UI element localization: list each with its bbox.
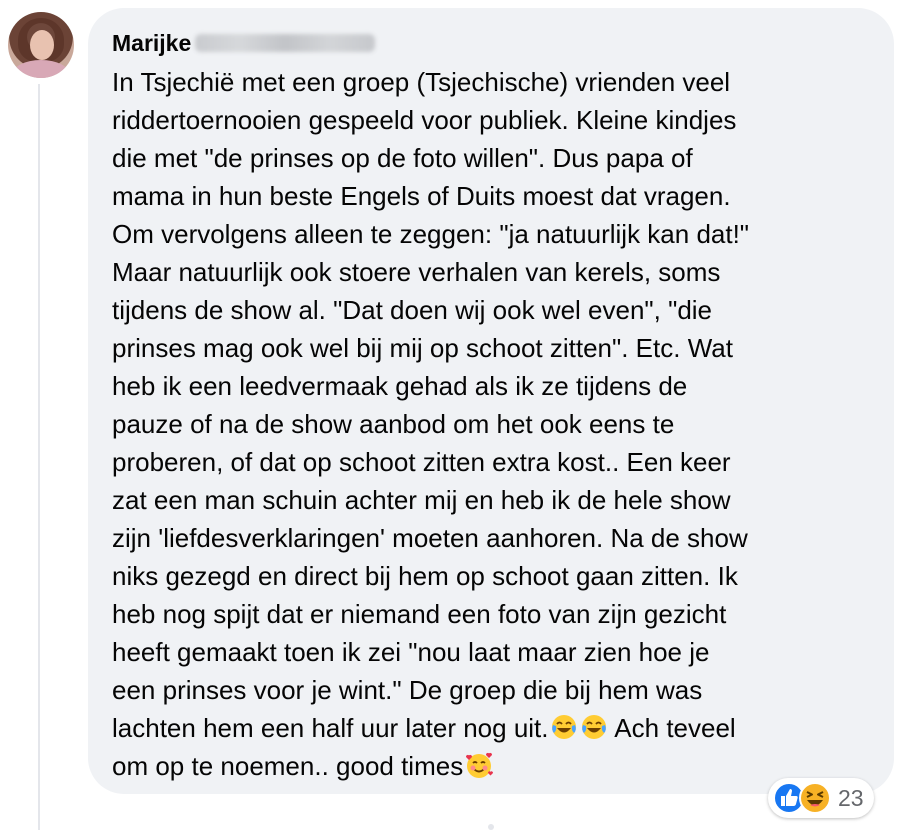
avatar[interactable] bbox=[8, 12, 74, 78]
author-row: Marijke bbox=[112, 28, 376, 58]
comment-line: pauze of na de show aanbod om het ook ee… bbox=[112, 409, 675, 439]
comment-line: om op te noemen.. good times bbox=[112, 747, 892, 785]
comment-line: tijdens de show al. "Dat doen wij ook we… bbox=[112, 295, 713, 325]
comment-line: Maar natuurlijk ook stoere verhalen van … bbox=[112, 257, 721, 287]
reaction-count: 23 bbox=[838, 784, 864, 811]
avatar-face bbox=[30, 30, 54, 60]
comment-text: In Tsjechië met een groep (Tsjechische) … bbox=[112, 63, 892, 785]
comment-line: heeft gemaakt toen ik zei "nou laat maar… bbox=[112, 637, 710, 667]
comment-line: niks gezegd en direct bij hem op schoot … bbox=[112, 561, 738, 591]
comment-line: zijn 'liefdesverklaringen' moeten aanhor… bbox=[112, 523, 748, 553]
thread-line bbox=[38, 84, 40, 830]
comment-line: zat een man schuin achter mij en heb ik … bbox=[112, 485, 731, 515]
divider-dot bbox=[488, 824, 494, 830]
comment-line: die met "de prinses op de foto willen". … bbox=[112, 143, 693, 173]
tears-of-joy-emoji bbox=[551, 715, 576, 739]
comment-line-text: Ach teveel bbox=[608, 713, 736, 743]
comment-line: een prinses voor je wint." De groep die … bbox=[112, 675, 703, 705]
blurred-surname bbox=[195, 34, 376, 52]
avatar-shoulders bbox=[12, 60, 70, 78]
comment-line: mama in hun beste Engels of Duits moest … bbox=[112, 181, 731, 211]
comment-line: Om vervolgens alleen te zeggen: "ja natu… bbox=[112, 219, 750, 249]
tears-of-joy-emoji bbox=[581, 715, 606, 739]
author-name[interactable]: Marijke bbox=[112, 30, 191, 57]
comment-line: heb ik een leedvermaak gehad als ik ze t… bbox=[112, 371, 688, 401]
comment-line: In Tsjechië met een groep (Tsjechische) … bbox=[112, 67, 731, 97]
comment-line: proberen, of dat op schoot zitten extra … bbox=[112, 447, 731, 477]
reactions-summary[interactable]: 23 bbox=[768, 778, 874, 818]
comment-line: prinses mag ook wel bij mij op schoot zi… bbox=[112, 333, 733, 363]
comment-line: lachten hem een half uur later nog uit. … bbox=[112, 709, 892, 747]
smiling-face-with-hearts-emoji bbox=[466, 752, 494, 778]
comment-line: heb nog spijt dat er niemand een foto va… bbox=[112, 599, 727, 629]
haha-icon bbox=[799, 782, 831, 814]
comment-bubble: Marijke In Tsjechië met een groep (Tsjec… bbox=[88, 8, 894, 794]
comment-line-text: lachten hem een half uur later nog uit. bbox=[112, 713, 549, 743]
comment-line: riddertoernooien gespeeld voor publiek. … bbox=[112, 105, 737, 135]
comment-line-text: om op te noemen.. good times bbox=[112, 751, 464, 781]
